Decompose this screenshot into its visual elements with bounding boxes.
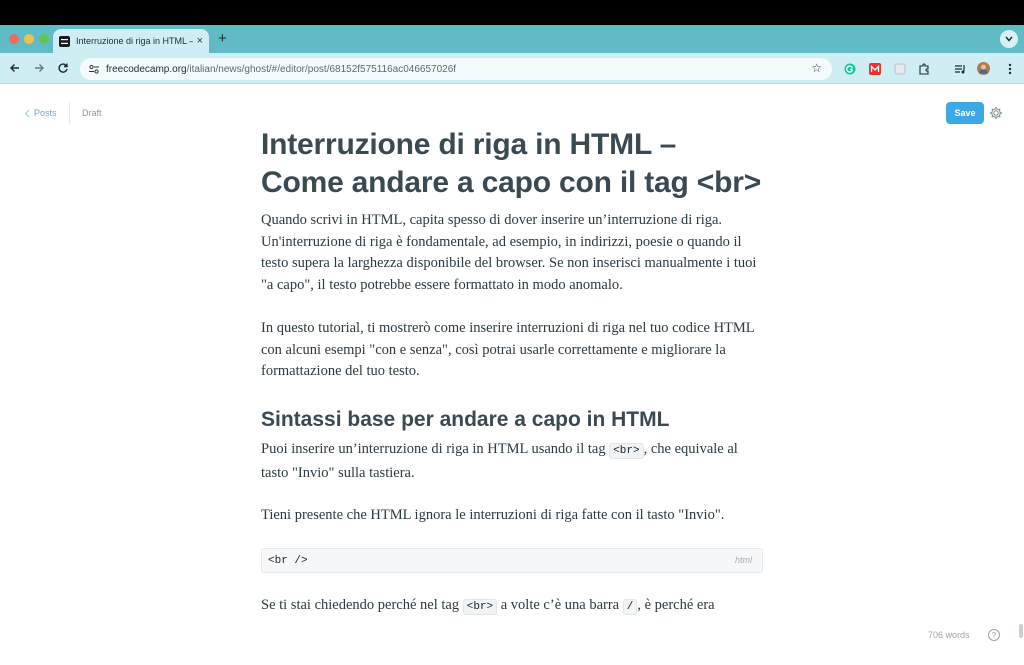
grey-extension-icon[interactable] <box>893 62 906 75</box>
posts-label: Posts <box>34 108 57 118</box>
site-info-icon[interactable] <box>88 63 100 75</box>
inline-code: <br> <box>609 442 644 459</box>
zoom-window-button[interactable] <box>39 34 49 44</box>
reload-button[interactable] <box>56 61 70 75</box>
back-button[interactable] <box>8 61 22 75</box>
gear-icon[interactable] <box>989 106 1003 120</box>
forward-button[interactable] <box>32 61 46 75</box>
address-bar[interactable]: freecodecamp.org/italian/news/ghost/#/ed… <box>80 58 832 80</box>
post-editor[interactable]: Interruzione di riga in HTML – Come anda… <box>261 126 763 640</box>
new-tab-button[interactable]: + <box>218 31 227 46</box>
paragraph[interactable]: Puoi inserire un’interruzione di riga in… <box>261 439 763 484</box>
extensions-puzzle-icon[interactable] <box>917 62 930 75</box>
minimize-window-button[interactable] <box>24 34 34 44</box>
paragraph[interactable]: Quando scrivi in HTML, capita spesso di … <box>261 210 763 297</box>
code-language-label: html <box>734 555 752 566</box>
paragraph[interactable]: Tieni presente che HTML ignora le interr… <box>261 505 763 527</box>
media-controls-icon[interactable] <box>953 62 966 75</box>
arrow-right-icon <box>35 64 44 72</box>
browser-toolbar: freecodecamp.org/italian/news/ghost/#/ed… <box>0 53 1024 84</box>
post-title-input[interactable]: Interruzione di riga in HTML – Come anda… <box>261 126 763 202</box>
save-button[interactable]: Save <box>946 102 984 124</box>
inline-code: <br> <box>462 599 498 616</box>
chevron-left-icon <box>24 109 30 117</box>
grammarly-extension-icon[interactable] <box>843 62 856 75</box>
section-heading[interactable]: Sintassi base per andare a capo in HTML <box>261 407 763 433</box>
profile-avatar[interactable] <box>977 62 990 75</box>
url-text: freecodecamp.org/italian/news/ghost/#/ed… <box>106 63 457 75</box>
ghost-favicon-icon <box>59 35 70 47</box>
tab-title: Interruzione di riga in HTML – <box>76 36 193 46</box>
tab-close-icon[interactable]: × <box>197 35 203 47</box>
red-extension-icon[interactable] <box>868 62 881 75</box>
word-count: 706 words <box>928 630 970 640</box>
screen-top-bar <box>0 0 1024 25</box>
browser-menu-icon[interactable] <box>1003 62 1016 75</box>
chevron-down-icon <box>1005 36 1013 42</box>
post-status: Draft <box>82 108 102 118</box>
paragraph[interactable]: In questo tutorial, ti mostrerò come ins… <box>261 318 763 383</box>
bookmark-star-icon[interactable]: ☆ <box>811 62 822 74</box>
code-content: <br /> <box>268 554 308 567</box>
arrow-left-icon <box>10 64 19 72</box>
header-divider <box>69 102 70 124</box>
scrollbar-thumb[interactable] <box>1019 624 1023 638</box>
paragraph[interactable]: Se ti stai chiedendo perché nel tag <br>… <box>261 595 763 619</box>
code-block[interactable]: <br /> html <box>261 548 763 574</box>
inline-code: / <box>622 599 638 616</box>
tab-search-button[interactable] <box>1000 30 1018 48</box>
help-icon[interactable]: ? <box>988 629 1000 641</box>
reload-icon <box>58 63 68 73</box>
back-to-posts-link[interactable]: Posts <box>24 108 57 118</box>
browser-tab-active[interactable]: Interruzione di riga in HTML – × <box>53 29 209 53</box>
browser-tab-bar: Interruzione di riga in HTML – × + <box>0 25 1024 53</box>
close-window-button[interactable] <box>9 34 19 44</box>
